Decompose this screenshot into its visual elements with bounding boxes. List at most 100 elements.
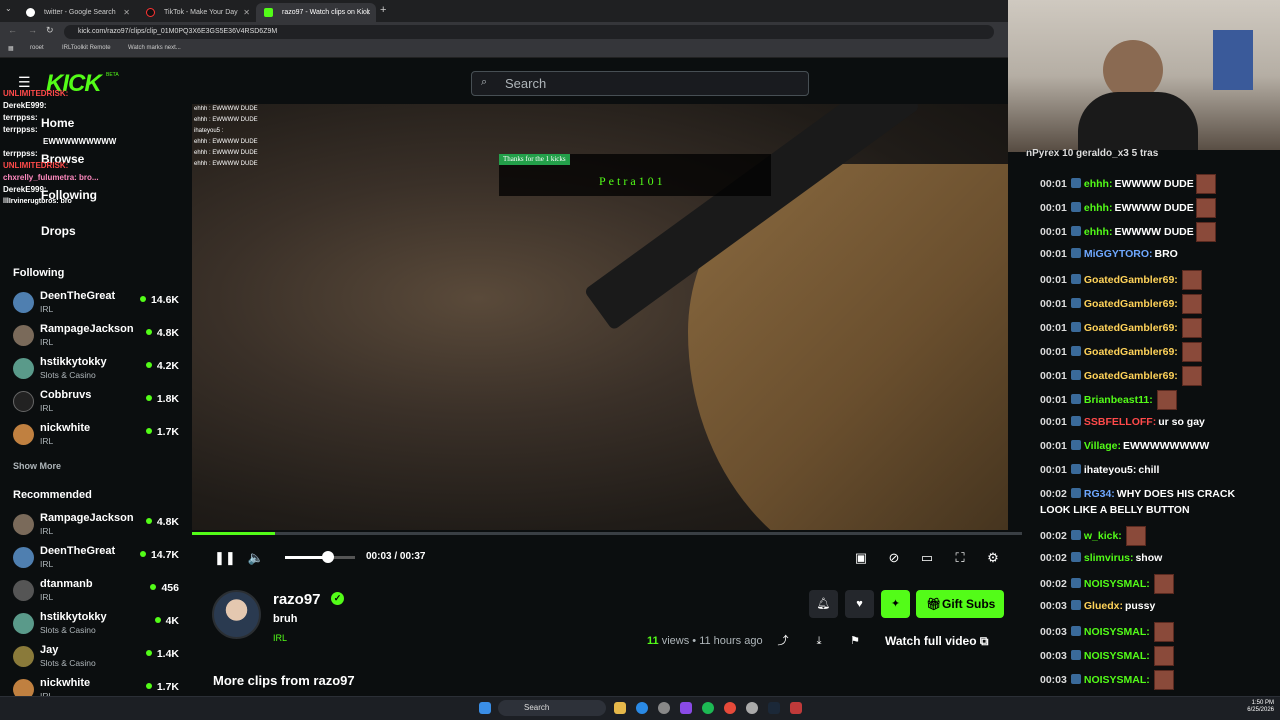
avatar bbox=[13, 325, 34, 346]
chat-text: EWWWW DUDE bbox=[1114, 177, 1194, 190]
chat-username[interactable]: ehhh: bbox=[1084, 226, 1113, 238]
time-separator: / bbox=[394, 551, 398, 562]
sidebar-channel[interactable]: hstikkytokky Slots & Casino 4.2K bbox=[13, 356, 183, 386]
volume-icon[interactable]: 🔈 bbox=[247, 550, 265, 566]
subscriber-badge-icon bbox=[1070, 273, 1081, 284]
progress-bar[interactable] bbox=[192, 532, 1022, 535]
video-player[interactable]: ehhh : EWWWW DUDE ehhh : EWWWW DUDE ihat… bbox=[192, 104, 1008, 536]
chat-username[interactable]: GoatedGambler69: bbox=[1084, 322, 1178, 334]
edge-icon[interactable] bbox=[636, 702, 648, 714]
show-more-link[interactable]: Show More bbox=[13, 461, 61, 471]
watch-full-video-link[interactable]: Watch full video ⧉ bbox=[885, 634, 988, 649]
subscribe-button[interactable]: ✦ bbox=[881, 590, 910, 618]
captions-off-icon[interactable]: ⊘ bbox=[885, 550, 903, 566]
chat-username[interactable]: NOISYSMAL: bbox=[1084, 626, 1150, 638]
volume-slider[interactable] bbox=[285, 551, 355, 563]
sidebar-channel[interactable]: DeenTheGreat IRL 14.6K bbox=[13, 290, 183, 320]
back-icon[interactable]: ← bbox=[8, 25, 17, 35]
chat-username[interactable]: SSBFELLOFF: bbox=[1084, 416, 1156, 428]
channel-avatar[interactable] bbox=[212, 590, 261, 639]
bookmark[interactable]: rooet bbox=[30, 45, 44, 51]
chat-username[interactable]: w_kick: bbox=[1084, 530, 1122, 542]
close-icon[interactable]: ✕ bbox=[363, 3, 370, 22]
windows-start-icon[interactable] bbox=[479, 702, 491, 714]
sidebar-channel[interactable]: Jay Slots & Casino 1.4K bbox=[13, 644, 183, 674]
sidebar-channel[interactable]: dtanmanb IRL 456 bbox=[13, 578, 183, 608]
following-heading: Following bbox=[13, 267, 65, 279]
reload-icon[interactable]: ↻ bbox=[46, 25, 54, 36]
close-icon[interactable]: ✕ bbox=[123, 3, 130, 22]
channel-name[interactable]: razo97 bbox=[273, 591, 321, 608]
volume-knob[interactable] bbox=[322, 551, 335, 563]
chat-username[interactable]: ehhh: bbox=[1084, 178, 1113, 190]
chat-text: EWWWW DUDE bbox=[1114, 201, 1194, 214]
apps-icon[interactable]: ▦ bbox=[8, 45, 14, 52]
url-field[interactable]: kick.com/razo97/clips/clip_01M0PQ3X6E3GS… bbox=[64, 25, 994, 39]
app-icon[interactable] bbox=[680, 702, 692, 714]
chat-username[interactable]: NOISYSMAL: bbox=[1084, 674, 1150, 686]
chat-username[interactable]: GoatedGambler69: bbox=[1084, 370, 1178, 382]
gift-subs-button[interactable]: 🎁︎ Gift Subs bbox=[916, 590, 1004, 618]
chat-username[interactable]: GoatedGambler69: bbox=[1084, 274, 1178, 286]
avatar bbox=[13, 646, 34, 667]
chat-username[interactable]: Gluedx: bbox=[1084, 600, 1123, 612]
new-tab-icon[interactable]: + bbox=[380, 4, 386, 16]
chrome-icon[interactable] bbox=[724, 702, 736, 714]
forward-icon[interactable]: → bbox=[28, 25, 37, 35]
chat-username[interactable]: NOISYSMAL: bbox=[1084, 578, 1150, 590]
nav-drops[interactable]: Drops bbox=[41, 224, 76, 238]
file-explorer-icon[interactable] bbox=[614, 702, 626, 714]
tab-search-icon[interactable]: ⌄ bbox=[5, 4, 12, 13]
chat-username[interactable]: RG34: bbox=[1084, 488, 1115, 500]
viewer-count: 4K bbox=[155, 615, 179, 627]
chat-message: 00:02 slimvirus: show bbox=[1040, 550, 1260, 566]
settings-icon[interactable]: ⚙ bbox=[984, 550, 1002, 566]
taskbar-search[interactable]: Search bbox=[498, 700, 606, 716]
sidebar-channel[interactable]: RampageJackson IRL 4.8K bbox=[13, 323, 183, 353]
close-icon[interactable]: ✕ bbox=[243, 3, 250, 22]
sidebar-channel[interactable]: DeenTheGreat IRL 14.7K bbox=[13, 545, 183, 575]
chat-username[interactable]: ihateyou5: bbox=[1084, 464, 1137, 476]
fullscreen-icon[interactable]: ⛶ bbox=[951, 550, 969, 566]
report-icon[interactable]: ⚑ bbox=[848, 634, 862, 648]
pause-icon[interactable]: ❚❚ bbox=[214, 550, 236, 566]
chat-username[interactable]: NOISYSMAL: bbox=[1084, 650, 1150, 662]
search-input[interactable]: Search bbox=[471, 71, 809, 96]
steam-icon[interactable] bbox=[768, 702, 780, 714]
chat-username[interactable]: Village: bbox=[1084, 440, 1121, 452]
sidebar-channel[interactable]: nickwhite IRL 1.7K bbox=[13, 422, 183, 452]
chat-username[interactable]: slimvirus: bbox=[1084, 552, 1134, 564]
bookmark[interactable]: IRLToolkit Remote bbox=[62, 45, 111, 51]
chat-username[interactable]: ehhh: bbox=[1084, 202, 1113, 214]
system-clock[interactable]: 1:50 PM 6/25/2026 bbox=[1247, 700, 1274, 714]
clip-category[interactable]: IRL bbox=[273, 633, 287, 643]
sidebar-channel[interactable]: Cobbruvs IRL 1.8K bbox=[13, 389, 183, 419]
sidebar-channel[interactable]: hstikkytokky Slots & Casino 4K bbox=[13, 611, 183, 641]
miniplayer-icon[interactable]: ▣ bbox=[852, 550, 870, 566]
bookmark[interactable]: Watch marks next... bbox=[128, 45, 181, 51]
app-icon[interactable] bbox=[746, 702, 758, 714]
notification-bell-button[interactable]: 🔔︎ bbox=[809, 590, 838, 618]
sidebar-channel[interactable]: RampageJackson IRL 4.8K bbox=[13, 512, 183, 542]
download-icon[interactable]: ⤓ bbox=[812, 634, 826, 648]
browser-tab[interactable]: twitter - Google Search ✕ bbox=[18, 3, 136, 22]
chat-username[interactable]: Brianbeast11: bbox=[1084, 394, 1153, 406]
verified-icon: ✓ bbox=[331, 592, 344, 605]
subscriber-badge-icon bbox=[1070, 177, 1081, 188]
clip-age: 11 hours ago bbox=[699, 635, 763, 647]
app-icon[interactable] bbox=[658, 702, 670, 714]
app-icon[interactable] bbox=[790, 702, 802, 714]
share-icon[interactable]: ⤴ bbox=[776, 634, 790, 648]
emote-icon bbox=[1195, 198, 1216, 218]
stream-chat-overlay: UNLIMITEDRISK: DerekE999: terrppss: terr… bbox=[3, 88, 193, 208]
chat-username[interactable]: GoatedGambler69: bbox=[1084, 346, 1178, 358]
theater-mode-icon[interactable]: ▭ bbox=[918, 550, 936, 566]
overlay-chat-line: UNLIMITEDRISK: bbox=[3, 161, 69, 170]
chat-username[interactable]: MiGGYTORO: bbox=[1084, 248, 1153, 260]
follow-button[interactable]: ♥ bbox=[845, 590, 874, 618]
spotify-icon[interactable] bbox=[702, 702, 714, 714]
chat-username[interactable]: GoatedGambler69: bbox=[1084, 298, 1178, 310]
browser-tab[interactable]: TikTok - Make Your Day ✕ bbox=[138, 3, 256, 22]
avatar bbox=[13, 358, 34, 379]
browser-tab-active[interactable]: razo97 - Watch clips on Kick ✕ bbox=[256, 3, 376, 22]
